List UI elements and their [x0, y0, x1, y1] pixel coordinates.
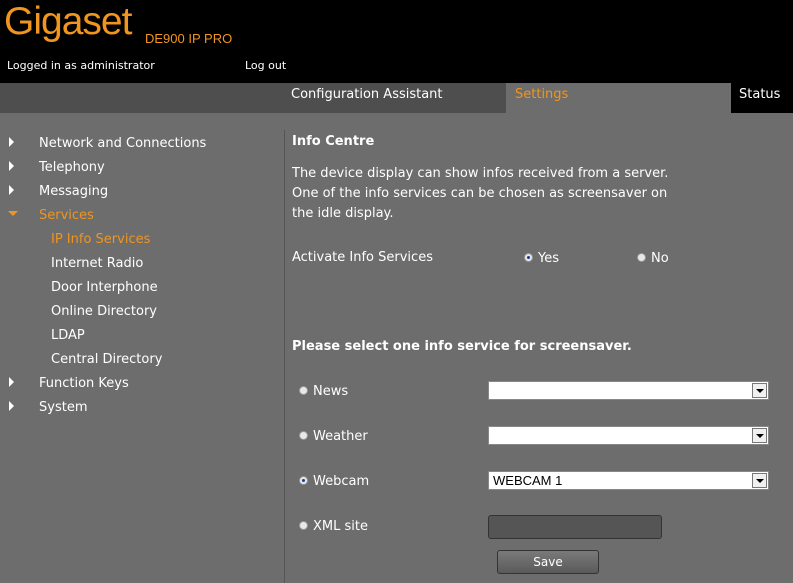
expand-arrow-icon[interactable] — [9, 401, 14, 411]
sidebar-subitem-door-interphone[interactable]: Door Interphone — [51, 280, 158, 295]
expand-arrow-icon[interactable] — [9, 185, 14, 195]
weather-radio[interactable] — [299, 431, 308, 440]
screensaver-heading: Please select one info service for scree… — [292, 339, 632, 354]
webcam-label: Webcam — [313, 474, 370, 489]
header-bar: Gigaset DE900 IP PRO Logged in as admini… — [0, 0, 793, 83]
news-label: News — [313, 384, 349, 399]
sidebar-subitem-internet-radio[interactable]: Internet Radio — [51, 256, 143, 271]
logged-in-status: Logged in as administrator — [7, 59, 155, 72]
expand-arrow-icon[interactable] — [9, 137, 14, 147]
tab-settings[interactable]: Settings — [506, 83, 731, 113]
sidebar-item-services[interactable]: Services — [39, 208, 94, 223]
gigaset-logo: Gigaset — [4, 0, 132, 43]
weather-select[interactable] — [488, 426, 769, 445]
sidebar-item-system[interactable]: System — [39, 400, 87, 415]
collapse-arrow-icon[interactable] — [8, 211, 18, 216]
webcam-radio[interactable] — [299, 476, 308, 485]
webcam-select[interactable]: WEBCAM 1 — [488, 471, 769, 490]
expand-arrow-icon[interactable] — [9, 377, 14, 387]
dropdown-arrow-icon[interactable] — [752, 383, 767, 398]
sidebar-item-telephony[interactable]: Telephony — [39, 160, 105, 175]
weather-label: Weather — [313, 429, 368, 444]
webcam-select-value: WEBCAM 1 — [493, 473, 563, 488]
news-radio[interactable] — [299, 386, 308, 395]
save-button[interactable]: Save — [497, 550, 599, 574]
activate-yes-radio[interactable] — [524, 253, 533, 262]
sidebar-subitem-ip-info-services[interactable]: IP Info Services — [51, 232, 150, 247]
sidebar-item-function-keys[interactable]: Function Keys — [39, 376, 129, 391]
page-title: Info Centre — [292, 134, 375, 149]
activate-no-radio[interactable] — [637, 253, 646, 262]
sidebar-item-network[interactable]: Network and Connections — [39, 136, 206, 151]
xml-site-radio[interactable] — [299, 521, 308, 530]
tab-status[interactable]: Status — [731, 83, 793, 113]
sidebar-subitem-online-directory[interactable]: Online Directory — [51, 304, 157, 319]
tab-configuration-assistant[interactable]: Configuration Assistant — [291, 83, 443, 113]
dropdown-arrow-icon[interactable] — [752, 428, 767, 443]
description-line-2: One of the info services can be chosen a… — [292, 186, 668, 201]
sidebar-divider — [284, 130, 285, 583]
activate-info-services-label: Activate Info Services — [292, 250, 433, 265]
xml-site-label: XML site — [313, 519, 368, 534]
product-name: DE900 IP PRO — [145, 31, 233, 46]
sidebar-item-messaging[interactable]: Messaging — [39, 184, 108, 199]
activate-yes-label: Yes — [538, 251, 559, 266]
description-line-1: The device display can show infos receiv… — [292, 166, 669, 181]
xml-site-input[interactable] — [488, 515, 662, 539]
dropdown-arrow-icon[interactable] — [752, 473, 767, 488]
expand-arrow-icon[interactable] — [9, 161, 14, 171]
news-select[interactable] — [488, 381, 769, 400]
sidebar-subitem-central-directory[interactable]: Central Directory — [51, 352, 162, 367]
tab-bar: Configuration Assistant Settings Status — [0, 83, 793, 113]
sidebar-subitem-ldap[interactable]: LDAP — [51, 328, 85, 343]
description-line-3: the idle display. — [292, 206, 394, 221]
logout-link[interactable]: Log out — [245, 59, 286, 72]
activate-no-label: No — [651, 251, 669, 266]
